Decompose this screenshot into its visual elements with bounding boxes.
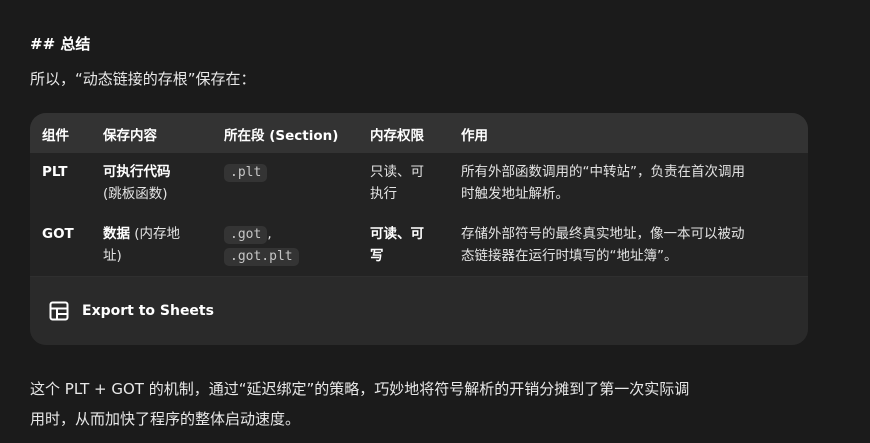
- code-got: .got: [224, 226, 268, 244]
- intro-text: 所以，“动态链接的存根”保存在：: [30, 70, 256, 88]
- cell-component: GOT: [42, 226, 74, 242]
- cell-purpose: 存储外部符号的最终真实地址，像一本可以被动 态链接器在运行时填写的“地址簿”。: [461, 223, 801, 267]
- cell-content: 数据 (内存地 址): [103, 223, 213, 267]
- cell-content-bold: 可执行代码: [103, 164, 171, 180]
- purpose-line-2: 时触发地址解析。: [461, 186, 569, 202]
- table-footer: Export to Sheets: [30, 277, 808, 345]
- purpose-line-2: 态链接器在运行时填写的“地址簿”。: [461, 248, 678, 264]
- table-grid-icon: [49, 301, 69, 321]
- column-header-section: 所在段 (Section): [224, 128, 339, 144]
- section-separator: ,: [267, 226, 272, 242]
- column-header-content: 保存内容: [103, 128, 157, 144]
- section-heading: ## 总结: [30, 35, 91, 53]
- table-header-row: 组件 保存内容 所在段 (Section) 内存权限 作用: [30, 113, 808, 153]
- summary-line-2: 用时，从而加快了程序的整体启动速度。: [30, 410, 301, 428]
- column-header-permission: 内存权限: [370, 128, 424, 144]
- cell-section: .plt: [224, 161, 268, 183]
- data-table-card: 组件 保存内容 所在段 (Section) 内存权限 作用 PLT 可执行代码 …: [30, 113, 808, 345]
- cell-content-rest: (跳板函数): [103, 186, 168, 202]
- cell-purpose: 所有外部函数调用的“中转站”，负责在首次调用 时触发地址解析。: [461, 161, 801, 205]
- purpose-line-1: 存储外部符号的最终真实地址，像一本可以被动: [461, 226, 745, 242]
- code-plt: .plt: [224, 164, 268, 182]
- column-header-purpose: 作用: [461, 128, 488, 144]
- summary-line-1: 这个 PLT + GOT 的机制，通过“延迟绑定”的策略，巧妙地将符号解析的开销…: [30, 380, 690, 398]
- cell-content: 可执行代码 (跳板函数): [103, 161, 213, 205]
- cell-permission: 只读、可 执行: [370, 161, 424, 205]
- cell-section: .got, .got.plt: [224, 223, 299, 267]
- summary-paragraph: 这个 PLT + GOT 的机制，通过“延迟绑定”的策略，巧妙地将符号解析的开销…: [30, 374, 820, 434]
- cell-component: PLT: [42, 164, 68, 180]
- perm-line-2: 执行: [370, 186, 397, 202]
- code-got-plt: .got.plt: [224, 248, 299, 266]
- export-to-sheets-label: Export to Sheets: [82, 303, 214, 319]
- cell-content-rest: (内存地: [130, 226, 181, 242]
- column-header-component: 组件: [42, 128, 69, 144]
- export-to-sheets-button[interactable]: Export to Sheets: [48, 299, 214, 323]
- perm-line-2: 写: [370, 248, 384, 264]
- cell-content-line-2: 址): [103, 248, 122, 264]
- perm-line-1: 只读、可: [370, 164, 424, 180]
- perm-line-1: 可读、可: [370, 226, 424, 242]
- cell-permission: 可读、可 写: [370, 223, 424, 267]
- purpose-line-1: 所有外部函数调用的“中转站”，负责在首次调用: [461, 164, 745, 180]
- cell-content-bold: 数据: [103, 226, 130, 242]
